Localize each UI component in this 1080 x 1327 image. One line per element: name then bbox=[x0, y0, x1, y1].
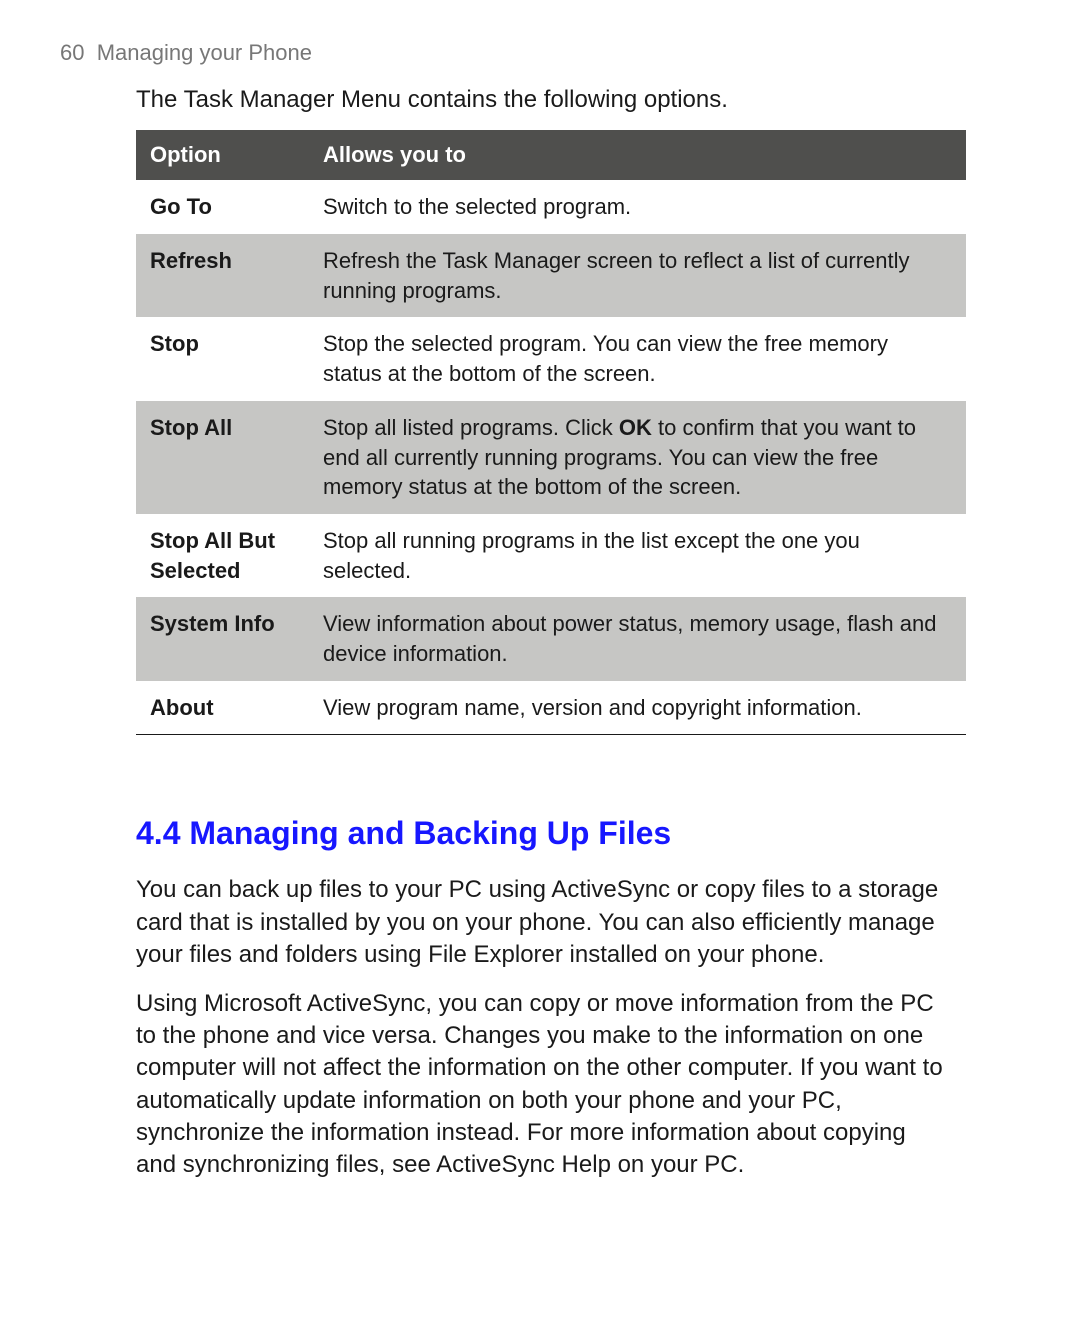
option-desc: Refresh the Task Manager screen to refle… bbox=[309, 234, 966, 317]
option-name: Stop bbox=[136, 317, 309, 400]
document-page: 60 Managing your Phone The Task Manager … bbox=[0, 0, 1080, 1327]
table-row: Stop All But Selected Stop all running p… bbox=[136, 514, 966, 597]
option-desc: Stop all listed programs. Click OK to co… bbox=[309, 401, 966, 514]
table-header-row: Option Allows you to bbox=[136, 130, 966, 180]
col-option-header: Option bbox=[136, 130, 309, 180]
option-name: System Info bbox=[136, 597, 309, 680]
option-name: Stop All But Selected bbox=[136, 514, 309, 597]
table-row: Go To Switch to the selected program. bbox=[136, 180, 966, 234]
option-desc: Stop all running programs in the list ex… bbox=[309, 514, 966, 597]
table-row: Stop All Stop all listed programs. Click… bbox=[136, 401, 966, 514]
page-number: 60 bbox=[60, 40, 84, 65]
table-row: About View program name, version and cop… bbox=[136, 681, 966, 735]
table-row: Stop Stop the selected program. You can … bbox=[136, 317, 966, 400]
option-name: About bbox=[136, 681, 309, 735]
options-table: Option Allows you to Go To Switch to the… bbox=[136, 130, 966, 735]
intro-text: The Task Manager Menu contains the follo… bbox=[136, 84, 980, 116]
desc-pre: Stop all listed programs. Click bbox=[323, 415, 619, 440]
option-desc: Stop the selected program. You can view … bbox=[309, 317, 966, 400]
body-paragraph: You can back up files to your PC using A… bbox=[136, 874, 946, 971]
option-name: Refresh bbox=[136, 234, 309, 317]
option-desc: View information about power status, mem… bbox=[309, 597, 966, 680]
option-name: Go To bbox=[136, 180, 309, 234]
option-desc: Switch to the selected program. bbox=[309, 180, 966, 234]
chapter-title: Managing your Phone bbox=[97, 40, 312, 65]
section-heading: 4.4 Managing and Backing Up Files bbox=[136, 815, 980, 852]
table-row: System Info View information about power… bbox=[136, 597, 966, 680]
option-name: Stop All bbox=[136, 401, 309, 514]
option-desc: View program name, version and copyright… bbox=[309, 681, 966, 735]
page-header: 60 Managing your Phone bbox=[60, 40, 980, 66]
body-paragraph: Using Microsoft ActiveSync, you can copy… bbox=[136, 988, 946, 1182]
table-row: Refresh Refresh the Task Manager screen … bbox=[136, 234, 966, 317]
col-allows-header: Allows you to bbox=[309, 130, 966, 180]
desc-bold: OK bbox=[619, 415, 652, 440]
